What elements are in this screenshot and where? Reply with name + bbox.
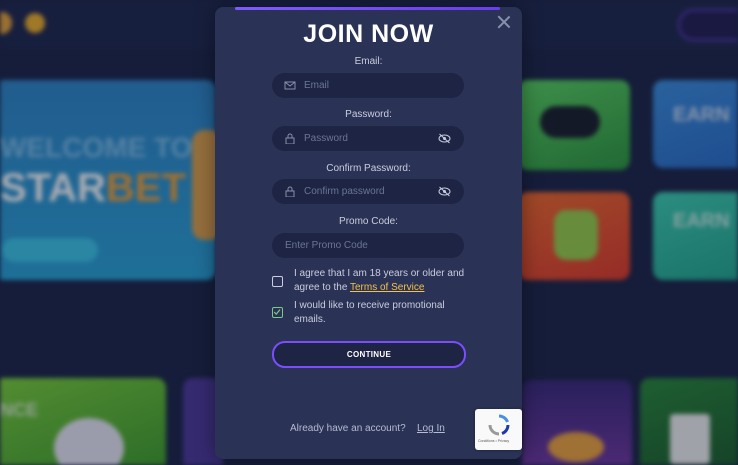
lock-icon	[285, 186, 295, 197]
recaptcha-text: Conditions • Privacy	[478, 439, 510, 443]
modal-accent-line	[235, 7, 500, 10]
confirm-password-label: Confirm Password:	[326, 163, 411, 174]
email-field-wrapper	[272, 73, 464, 98]
promo-code-input[interactable]	[285, 233, 455, 258]
password-input[interactable]	[304, 126, 434, 151]
already-account-text: Already have an account?	[290, 423, 406, 434]
confirm-password-input[interactable]	[304, 179, 434, 204]
promo-code-label: Promo Code:	[339, 216, 398, 227]
promo-emails-text: I would like to receive promotional emai…	[294, 300, 445, 325]
terms-of-service-link[interactable]: Terms of Service	[350, 282, 424, 293]
password-label: Password:	[345, 109, 392, 120]
join-modal: JOIN NOW Email: Password: Confirm Passwo…	[215, 7, 522, 459]
checkmark-icon	[273, 309, 281, 316]
eye-slash-icon[interactable]	[438, 186, 451, 197]
modal-title: JOIN NOW	[303, 20, 434, 48]
age-terms-text: I agree that I am 18 years or older and …	[294, 268, 465, 293]
promo-field-wrapper	[272, 233, 464, 258]
mail-icon	[284, 81, 296, 90]
recaptcha-icon	[488, 414, 510, 436]
password-field-wrapper	[272, 126, 464, 151]
eye-slash-icon[interactable]	[438, 133, 451, 144]
continue-button[interactable]: CONTINUE	[272, 341, 466, 368]
recaptcha-badge[interactable]: Conditions • Privacy	[475, 409, 522, 450]
email-input[interactable]	[304, 73, 434, 98]
email-label: Email:	[354, 56, 383, 67]
confirm-password-field-wrapper	[272, 179, 464, 204]
promo-emails-checkbox[interactable]	[272, 307, 283, 318]
lock-icon	[285, 133, 295, 144]
login-link[interactable]: Log In	[417, 423, 445, 434]
age-terms-checkbox[interactable]	[272, 276, 283, 287]
